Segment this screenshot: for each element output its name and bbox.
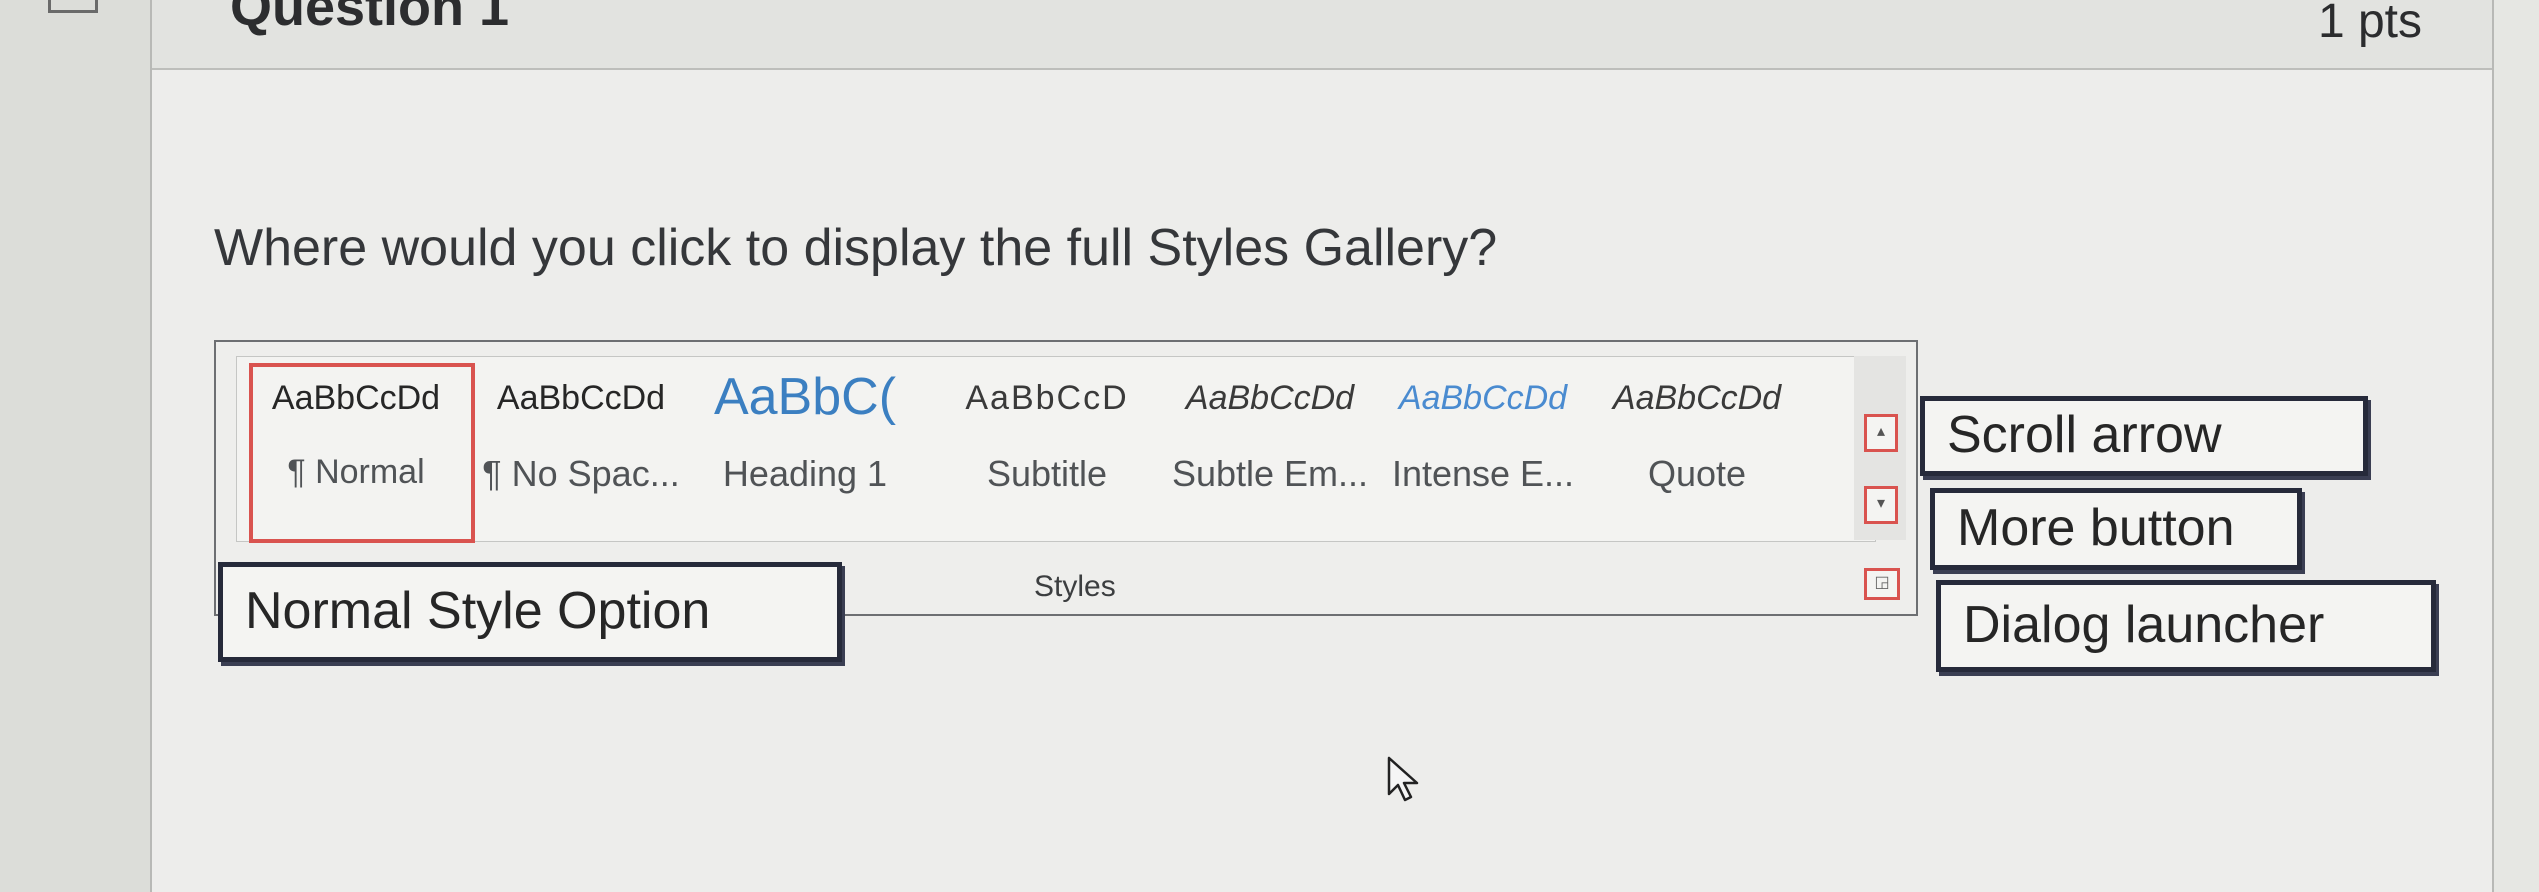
style-no-spacing[interactable]: AaBbCcDd ¶ No Spac... [471, 365, 691, 533]
dialog-launcher-button[interactable]: ◲ [1864, 568, 1900, 600]
points-label: 1 pts [2317, 0, 2422, 48]
callout-dialog-launcher[interactable]: Dialog launcher [1936, 580, 2436, 672]
question-card: Question 1 1 pts Where would you click t… [150, 0, 2494, 892]
triangle-up-icon: ▴ [1876, 423, 1886, 440]
style-label: Heading 1 [722, 453, 888, 494]
question-header: Question 1 1 pts [152, 0, 2492, 70]
callout-scroll-arrow[interactable]: Scroll arrow [1920, 396, 2368, 476]
question-title: Question 1 [230, 0, 510, 37]
gallery-scrollbar: ▴ ▾ [1854, 356, 1906, 540]
mouse-pointer-icon [1387, 756, 1419, 802]
style-sample: AaBbCcD [965, 379, 1129, 417]
style-quote[interactable]: AaBbCcDd Quote [1589, 365, 1805, 533]
style-intense-emphasis[interactable]: AaBbCcDd Intense E... [1377, 365, 1589, 533]
style-label: Subtitle [986, 453, 1108, 494]
style-sample: AaBbCcDd [1612, 379, 1782, 417]
style-label: ¶ No Spac... [482, 453, 680, 494]
more-button[interactable]: ▾ [1864, 486, 1898, 524]
question-text: Where would you click to display the ful… [214, 219, 1498, 277]
more-dropdown-icon: ▾ [1876, 495, 1886, 512]
scroll-arrow-button[interactable]: ▴ [1864, 414, 1898, 452]
normal-selection-highlight [249, 363, 475, 543]
style-label: Subtle Em... [1171, 453, 1369, 494]
style-subtle-emphasis[interactable]: AaBbCcDd Subtle Em... [1161, 365, 1379, 533]
style-sample: AaBbCcDd [496, 379, 666, 417]
style-sample: AaBbCcDd [1185, 379, 1355, 417]
left-margin-strip [0, 0, 150, 892]
styles-group-label: Styles [1034, 570, 1116, 603]
style-heading-1[interactable]: AaBbC( Heading 1 [695, 365, 915, 533]
dialog-launcher-icon: ◲ [1874, 574, 1890, 591]
style-subtitle[interactable]: AaBbCcD Subtitle [937, 365, 1157, 533]
styles-gallery: AaBbCcDd ¶ Normal AaBbCcDd ¶ No Spac... … [236, 356, 1876, 543]
question-checkbox[interactable] [48, 0, 98, 13]
style-sample: AaBbC( [713, 368, 897, 426]
style-label: Quote [1647, 453, 1747, 494]
style-sample: AaBbCcDd [1398, 379, 1568, 417]
style-label: Intense E... [1391, 453, 1575, 494]
callout-more-button[interactable]: More button [1930, 488, 2302, 570]
callout-normal-style-option[interactable]: Normal Style Option [218, 562, 842, 662]
